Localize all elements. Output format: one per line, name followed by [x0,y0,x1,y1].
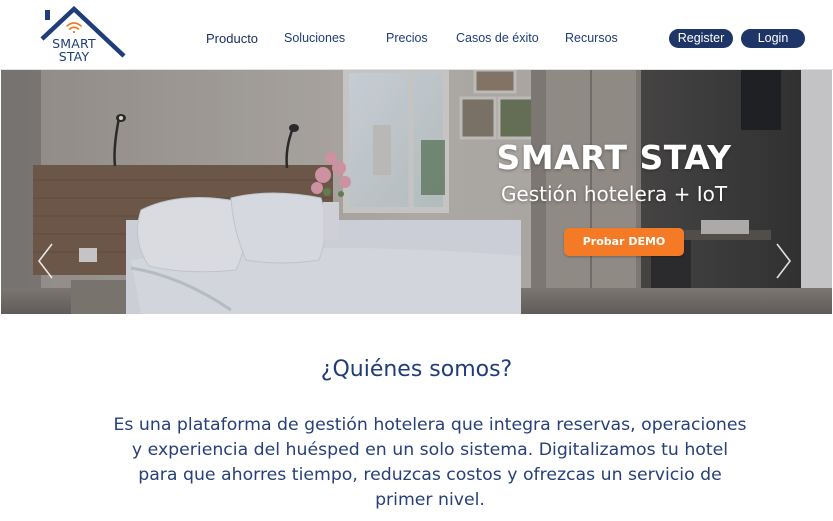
demo-button[interactable]: Probar DEMO [564,228,684,256]
smart-stay-logo[interactable]: SMART STAY [38,6,128,66]
logo-wordmark: SMART STAY [50,37,98,63]
nav-precios[interactable]: Precios [386,31,428,45]
about-description: Es una plataforma de gestión hotelera qu… [113,415,747,510]
chevron-left-icon [37,243,53,279]
register-button[interactable]: Register [669,29,733,48]
wifi-icon [66,22,82,34]
about-heading: ¿Quiénes somos? [320,357,513,382]
chevron-right-icon [776,243,792,279]
carousel-next-arrow[interactable] [773,242,793,280]
hero-title: SMART STAY [496,138,732,177]
site-header: SMART STAY Producto Soluciones Precios C… [0,0,833,70]
nav-producto[interactable]: Producto [206,31,258,46]
login-button[interactable]: Login [741,29,805,48]
logo-line-2: STAY [58,49,90,64]
carousel-prev-arrow[interactable] [36,242,56,280]
nav-casos-de-exito[interactable]: Casos de éxito [456,31,539,45]
nav-recursos[interactable]: Recursos [565,31,618,45]
hero-subtitle: Gestión hotelera + IoT [500,182,728,206]
nav-soluciones[interactable]: Soluciones [284,31,345,45]
